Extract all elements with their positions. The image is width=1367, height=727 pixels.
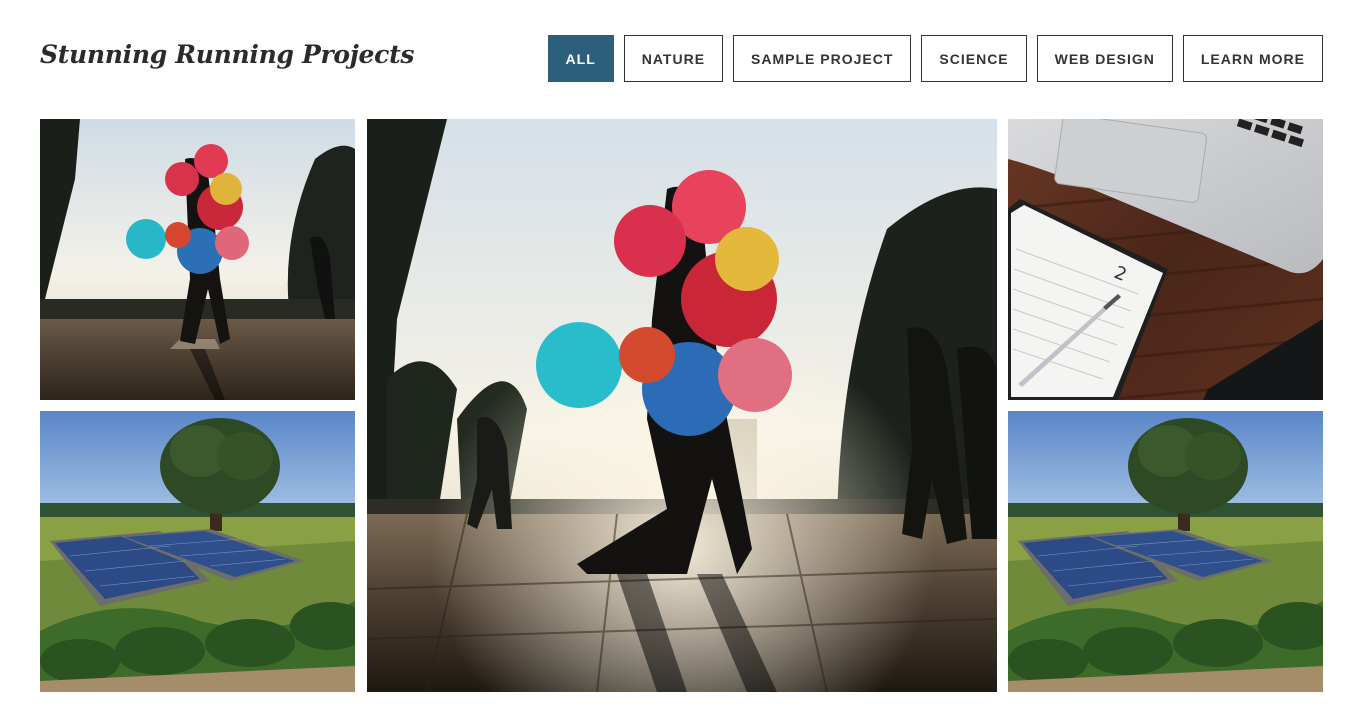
- filter-all-button[interactable]: ALL: [547, 35, 614, 82]
- gallery-item-solar-panels-right[interactable]: [1008, 411, 1323, 692]
- portfolio-filter-bar: ALL NATURE SAMPLE PROJECT SCIENCE WEB DE…: [547, 35, 1323, 82]
- site-title: Stunning Running Projects: [40, 40, 415, 69]
- filter-science-button[interactable]: SCIENCE: [921, 35, 1027, 82]
- balloon-seller-image: [40, 119, 355, 400]
- filter-web-design-button[interactable]: WEB DESIGN: [1036, 35, 1173, 82]
- balloon-seller-large-image: [367, 119, 997, 692]
- solar-panels-left-image: [40, 411, 355, 692]
- site-header: Stunning Running Projects ALL NATURE SAM…: [40, 34, 1323, 82]
- laptop-desk-image: 2: [1008, 119, 1323, 400]
- gallery-item-laptop-desk[interactable]: 2: [1008, 119, 1323, 400]
- filter-learn-more-button[interactable]: LEARN MORE: [1182, 35, 1323, 82]
- filter-nature-button[interactable]: NATURE: [623, 35, 724, 82]
- filter-sample-project-button[interactable]: SAMPLE PROJECT: [733, 35, 912, 82]
- gallery-item-solar-panels-left[interactable]: [40, 411, 355, 692]
- gallery-item-balloon-seller-large[interactable]: [367, 119, 997, 692]
- solar-panels-right-image: [1008, 411, 1323, 692]
- gallery-item-balloon-seller[interactable]: [40, 119, 355, 400]
